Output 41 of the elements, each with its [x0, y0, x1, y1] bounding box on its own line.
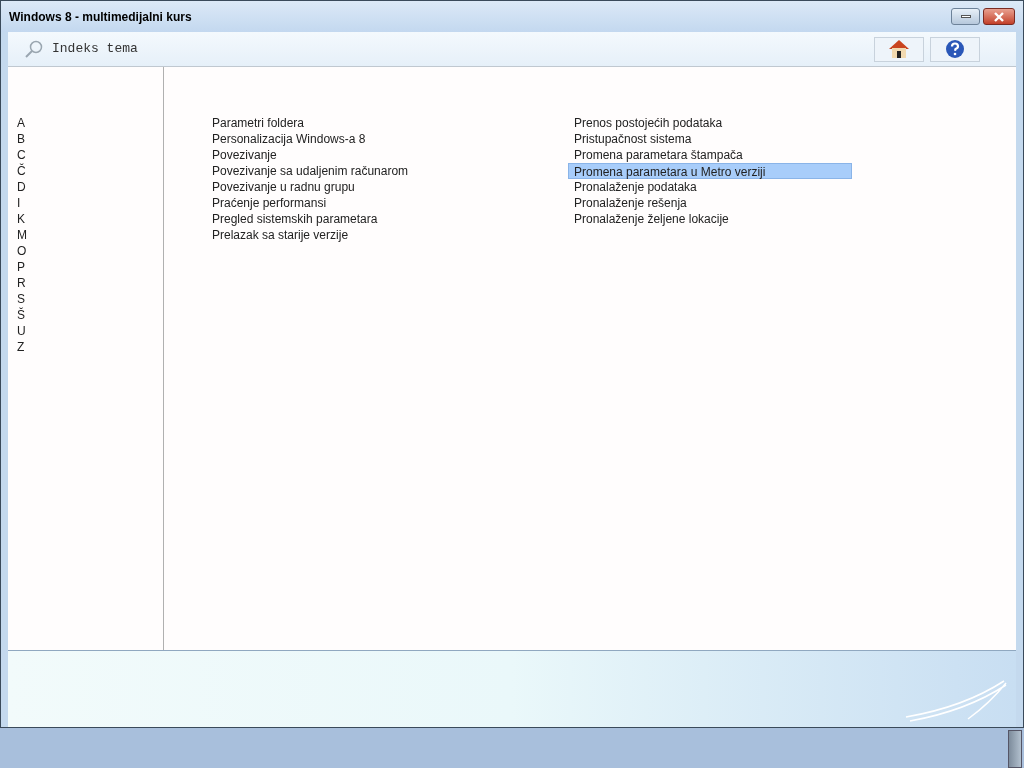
topic-link[interactable]: Parametri foldera [212, 115, 305, 131]
topic-link[interactable]: Prenos postojećih podataka [574, 115, 723, 131]
letter-link[interactable]: Z [17, 339, 25, 355]
toolbar-title: Indeks tema [52, 40, 138, 59]
topic-link[interactable]: Promena parametara u Metro verziji [568, 163, 852, 179]
topic-link[interactable]: Pronalaženje rešenja [574, 195, 687, 211]
minimize-button[interactable] [951, 8, 980, 25]
topic-link[interactable]: Pronalaženje podataka [574, 179, 697, 195]
close-icon [993, 11, 1005, 22]
topic-link[interactable]: Praćenje performansi [212, 195, 327, 211]
close-button[interactable] [983, 8, 1015, 25]
topic-link[interactable]: Povezivanje u radnu grupu [212, 179, 355, 195]
letter-link[interactable]: K [17, 211, 25, 227]
window-title: Windows 8 - multimedijalni kurs [9, 8, 192, 26]
topic-link[interactable]: Pristupačnost sistema [574, 131, 692, 147]
topic-link[interactable]: Personalizacija Windows-a 8 [212, 131, 366, 147]
help-button[interactable] [930, 36, 980, 62]
topic-link[interactable]: Povezivanje [212, 147, 277, 163]
topic-link[interactable]: Prelazak sa starije verzije [212, 227, 349, 243]
home-button[interactable] [874, 36, 924, 62]
house-icon [887, 38, 911, 60]
letter-link[interactable]: U [17, 323, 26, 339]
topic-link[interactable]: Povezivanje sa udaljenim računarom [212, 163, 409, 179]
letter-link[interactable]: P [17, 259, 25, 275]
topic-link[interactable]: Pregled sistemskih parametara [212, 211, 378, 227]
letter-link[interactable]: A [17, 115, 25, 131]
letter-link[interactable]: M [17, 227, 27, 243]
letter-link[interactable]: D [17, 179, 26, 195]
letter-link[interactable]: Š [17, 307, 25, 323]
topic-link[interactable]: Pronalaženje željene lokacije [574, 211, 729, 227]
letter-link[interactable]: I [17, 195, 21, 211]
letter-link[interactable]: C [17, 147, 26, 163]
letter-link[interactable]: S [17, 291, 25, 307]
letter-link[interactable]: R [17, 275, 26, 291]
letter-link[interactable]: Č [17, 163, 26, 179]
letter-link[interactable]: B [17, 131, 25, 147]
search-icon [24, 39, 44, 59]
letter-link[interactable]: O [17, 243, 27, 259]
topic-link[interactable]: Promena parametara štampača [574, 147, 743, 163]
help-icon [945, 39, 965, 59]
show-desktop-button[interactable] [1008, 730, 1022, 768]
